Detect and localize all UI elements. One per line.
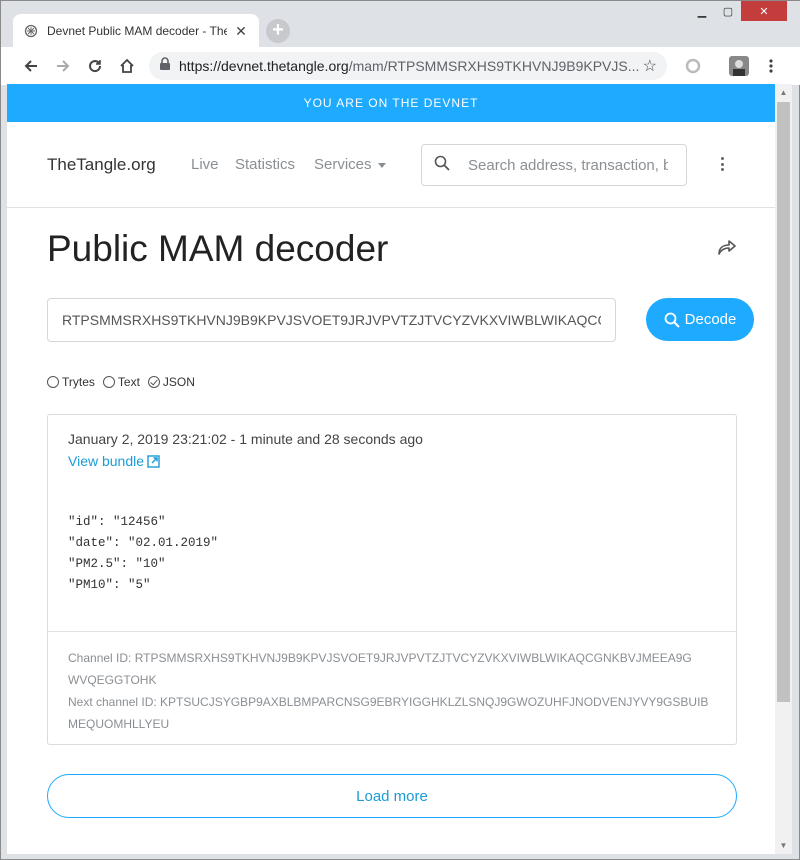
url-host: https://devnet.thetangle.org bbox=[179, 58, 349, 74]
json-line: "date": "02.01.2019" bbox=[68, 536, 219, 550]
mode-label: Text bbox=[117, 375, 140, 389]
extension-icon[interactable] bbox=[677, 50, 709, 82]
nav-link-live[interactable]: Live bbox=[191, 156, 219, 173]
browser-menu-icon[interactable] bbox=[755, 50, 787, 82]
channel-id-line: WVQEGGTOHK bbox=[68, 673, 157, 687]
window-controls: ▁ ▢ ✕ bbox=[689, 1, 787, 21]
mode-text[interactable]: Text bbox=[102, 375, 140, 389]
scroll-down-arrow-icon[interactable]: ▼ bbox=[775, 837, 792, 854]
radio-unchecked-icon[interactable] bbox=[102, 376, 115, 388]
minimize-icon[interactable]: ▁ bbox=[689, 1, 715, 21]
decode-label: Decode bbox=[684, 311, 737, 328]
home-icon[interactable] bbox=[111, 50, 143, 82]
page-scrollbar[interactable]: ▲ ▼ bbox=[775, 84, 792, 854]
json-line: "id": "12456" bbox=[68, 515, 166, 529]
page-viewport: YOU ARE ON THE DEVNET TheTangle.org Live… bbox=[7, 84, 775, 854]
maximize-icon[interactable]: ▢ bbox=[715, 1, 741, 21]
message-timestamp: January 2, 2019 23:21:02 - 1 minute and … bbox=[68, 431, 423, 447]
scroll-up-arrow-icon[interactable]: ▲ bbox=[775, 84, 792, 101]
message-card: January 2, 2019 23:21:02 - 1 minute and … bbox=[47, 414, 737, 745]
forward-arrow-icon[interactable] bbox=[47, 50, 79, 82]
top-navigation: TheTangle.org Live Statistics Services bbox=[7, 122, 775, 208]
share-icon[interactable] bbox=[717, 239, 739, 261]
radio-checked-icon[interactable] bbox=[147, 376, 160, 388]
brand-logo-text[interactable]: TheTangle.org bbox=[47, 155, 156, 175]
search-icon bbox=[664, 312, 680, 328]
mam-root-input[interactable] bbox=[47, 298, 616, 342]
json-line: "PM2.5": "10" bbox=[68, 557, 166, 571]
mode-label: Trytes bbox=[62, 375, 95, 389]
mode-json[interactable]: JSON bbox=[147, 375, 195, 389]
external-link-icon bbox=[147, 454, 160, 468]
page-title: Public MAM decoder bbox=[47, 228, 389, 269]
format-mode-group: Trytes Text JSON bbox=[47, 375, 203, 389]
url-text: https://devnet.thetangle.org/mam/RTPSMMS… bbox=[179, 58, 643, 74]
radio-unchecked-icon[interactable] bbox=[47, 376, 59, 388]
load-more-button[interactable]: Load more bbox=[47, 774, 737, 818]
profile-avatar[interactable] bbox=[723, 50, 755, 82]
nav-link-statistics[interactable]: Statistics bbox=[235, 156, 295, 173]
mode-trytes[interactable]: Trytes bbox=[47, 375, 95, 389]
new-tab-plus-icon[interactable]: + bbox=[266, 19, 290, 43]
search-icon bbox=[434, 155, 450, 176]
divider bbox=[48, 631, 736, 632]
json-payload: "id": "12456" "date": "02.01.2019" "PM2.… bbox=[68, 512, 218, 596]
bookmark-star-icon[interactable]: ☆ bbox=[643, 56, 657, 76]
decode-button[interactable]: Decode bbox=[646, 298, 754, 341]
channel-id-line: Channel ID: RTPSMMSRXHS9TKHVNJ9B9KPVJSVO… bbox=[68, 651, 692, 665]
view-bundle-label: View bundle bbox=[68, 453, 145, 469]
mode-label: JSON bbox=[162, 375, 195, 389]
tab-strip: Devnet Public MAM decoder - TheT ✕ + ▁ ▢… bbox=[1, 1, 800, 48]
address-bar[interactable]: https://devnet.thetangle.org/mam/RTPSMMS… bbox=[149, 52, 667, 80]
search-box[interactable] bbox=[421, 144, 687, 186]
devnet-banner: YOU ARE ON THE DEVNET bbox=[7, 84, 775, 122]
next-channel-id-line: Next channel ID: KPTSUCJSYGBP9AXBLBMPARC… bbox=[68, 695, 709, 709]
url-path: /mam/RTPSMMSRXHS9TKHVNJ9B9KPVJS... bbox=[348, 58, 640, 74]
lock-icon bbox=[159, 56, 171, 76]
window-close-icon[interactable]: ✕ bbox=[741, 1, 787, 21]
tab-close-icon[interactable]: ✕ bbox=[233, 23, 249, 40]
back-arrow-icon[interactable] bbox=[15, 50, 47, 82]
nav-dropdown-services[interactable]: Services bbox=[314, 156, 386, 173]
json-line: "PM10": "5" bbox=[68, 578, 151, 592]
browser-tab[interactable]: Devnet Public MAM decoder - TheT ✕ bbox=[13, 14, 259, 48]
browser-toolbar: https://devnet.thetangle.org/mam/RTPSMMS… bbox=[1, 47, 800, 85]
tab-title: Devnet Public MAM decoder - TheT bbox=[47, 24, 227, 38]
search-input[interactable] bbox=[468, 156, 668, 174]
scrollbar-thumb[interactable] bbox=[777, 102, 790, 702]
caret-down-icon bbox=[377, 162, 386, 168]
more-options-icon[interactable] bbox=[715, 154, 729, 174]
view-bundle-link[interactable]: View bundle bbox=[68, 453, 160, 469]
reload-icon[interactable] bbox=[79, 50, 111, 82]
next-channel-id-line: MEQUOMHLLYEU bbox=[68, 717, 170, 731]
tangle-favicon-icon bbox=[23, 23, 39, 39]
channel-info: Channel ID: RTPSMMSRXHS9TKHVNJ9B9KPVJSVO… bbox=[68, 647, 718, 735]
services-label: Services bbox=[314, 156, 372, 173]
